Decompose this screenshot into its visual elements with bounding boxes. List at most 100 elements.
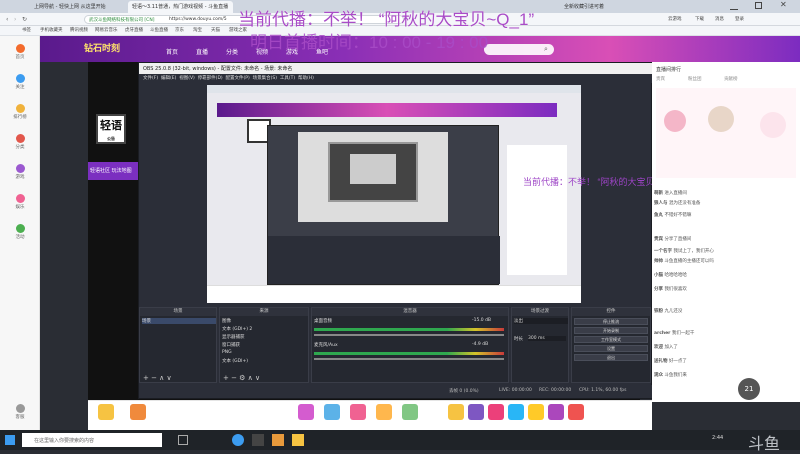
start-record-button[interactable]: 开始录制 [574,327,648,334]
gift-icon[interactable] [324,404,340,420]
taskbar-search[interactable]: 在这里输入你要搜索的内容 [22,433,162,447]
app-taskbar-icon[interactable] [272,434,284,446]
close-icon[interactable]: ✕ [780,0,787,9]
gift-icon[interactable] [402,404,418,420]
sidebar-item-activity[interactable]: 活动 [6,224,34,240]
minimize-icon[interactable] [730,2,738,10]
obs-menu-item[interactable]: 停靠部件(D) [198,76,223,81]
bookmark-item[interactable]: 书签 [22,27,31,33]
chat-user[interactable]: 分享 [654,287,663,292]
right-panel-tab[interactable]: 贵宾 [656,76,665,82]
sidebar-item-service[interactable]: 客服 [6,404,34,420]
gift-icon[interactable] [376,404,392,420]
bookmark-item[interactable]: 京东 [175,27,184,33]
chat-user[interactable]: 一个名字 [654,249,672,254]
gift-icon[interactable] [130,404,146,420]
gift-icon[interactable] [508,404,524,420]
top-right-link-1[interactable]: 云游戏 [668,16,682,22]
task-view-icon[interactable] [178,435,188,445]
chat-user[interactable]: 送礼物 [654,359,668,364]
obs-menu-item[interactable]: 帮助(H) [298,76,314,81]
avatar[interactable] [708,106,734,132]
obs-menu-item[interactable]: 场景集合(S) [253,76,277,81]
volume-slider[interactable] [314,334,504,336]
right-panel-tab[interactable]: 粉丝团 [688,76,702,82]
gift-icon[interactable] [350,404,366,420]
transition-select[interactable]: 淡出 [514,318,568,324]
browser-tab-1[interactable]: 上网导航 - 轻快上网 从这里开始 [30,1,125,13]
browser-tab-2[interactable]: 轻语～3.11普通，热门游戏视频 - 斗鱼直播 [128,1,233,13]
source-item[interactable]: 文本 (GDI+) [222,358,248,364]
bookmark-item[interactable]: 网易云音乐 [95,27,118,33]
nav-category[interactable]: 分类 [226,47,238,56]
sidebar-item-ent[interactable]: 娱乐 [6,194,34,210]
top-right-link-4[interactable]: 登录 [735,16,744,22]
sidebar-item-follow[interactable]: 关注 [6,74,34,90]
exit-button[interactable]: 退出 [574,354,648,361]
folder-icon[interactable] [292,434,304,446]
bookmark-item[interactable]: 淘宝 [193,27,202,33]
browser-tab-3[interactable]: 全新收藏引进可着 [560,1,650,13]
settings-button[interactable]: 设置 [574,345,648,352]
chat-user[interactable]: 观众 [654,373,663,378]
right-panel-tab[interactable]: 贡献榜 [724,76,738,82]
nav-live[interactable]: 直播 [196,47,208,56]
nav-home[interactable]: 首页 [166,47,178,56]
search-icon[interactable]: ⌕ [544,45,548,54]
left-banner[interactable]: 轻语社区 玩法地图 [88,162,138,180]
add-icon[interactable]: + − ∧ ∨ [143,374,172,382]
obs-menu-item[interactable]: 文件(F) [143,76,158,81]
obs-menu-item[interactable]: 工具(T) [280,76,295,81]
stop-stream-button[interactable]: 停止推流 [574,318,648,325]
top-right-link-3[interactable]: 消息 [715,16,724,22]
chat-user[interactable]: 欢迎 [654,345,663,350]
gift-icon[interactable] [298,404,314,420]
scene-item[interactable]: 场景 [142,318,216,324]
avatar[interactable] [664,110,686,132]
bookmark-item[interactable]: 天猫 [211,27,220,33]
source-item[interactable]: 显示器捕获 [222,334,245,340]
gift-icon[interactable] [548,404,564,420]
forward-icon[interactable]: › [14,16,16,23]
windows-start-icon[interactable] [5,435,15,445]
gift-icon[interactable] [468,404,484,420]
avatar[interactable] [760,112,786,138]
bookmark-item[interactable]: 手机收藏夹 [40,27,63,33]
obs-menu-item[interactable]: 配置文件(P) [226,76,250,81]
gift-icon[interactable] [98,404,114,420]
chat-user[interactable]: 小猫 [654,273,663,278]
chat-user[interactable]: 铁粉 [654,309,663,314]
chat-user[interactable]: 帅帅 [654,259,663,264]
chat-user[interactable]: archer [654,331,670,336]
chat-user[interactable]: 鱼丸 [654,213,663,218]
sidebar-item-game[interactable]: 游戏 [6,164,34,180]
browser-taskbar-icon[interactable] [232,434,244,446]
sidebar-item-category[interactable]: 分类 [6,134,34,150]
refresh-icon[interactable]: ↻ [22,16,27,23]
source-item[interactable]: 窗口捕获 [222,342,240,348]
obs-preview[interactable]: 当前代播：不举！ “阿秋的大宝贝~Q_1” [207,85,680,303]
bookmark-item[interactable]: 斗鱼直播 [150,27,168,33]
viewer-count-badge[interactable]: 21 [738,378,760,400]
chat-user[interactable]: 贵宾 [654,237,663,242]
volume-slider[interactable] [314,358,504,360]
sidebar-item-home[interactable]: 首页 [6,44,34,60]
bookmark-item[interactable]: 虎牙直播 [125,27,143,33]
obs-menu-item[interactable]: 视图(V) [179,76,195,81]
chat-user[interactable]: 狼人与 [654,201,668,206]
top-right-link-2[interactable]: 下载 [695,16,704,22]
obs-taskbar-icon[interactable] [252,434,264,446]
add-icon[interactable]: + − ⚙ ∧ ∨ [223,374,260,382]
obs-window[interactable]: OBS 25.0.8 (32-bit, windows) - 配置文件: 未命名… [138,62,680,399]
obs-menu-item[interactable]: 编辑(E) [161,76,176,81]
studio-mode-button[interactable]: 工作室模式 [574,336,648,343]
back-icon[interactable]: ‹ [6,16,8,23]
sidebar-item-rank[interactable]: 排行榜 [6,104,34,120]
duration-input[interactable]: 300 ms [528,336,566,341]
gift-icon[interactable] [528,404,544,420]
source-item[interactable]: 图像 [222,318,231,324]
maximize-icon[interactable] [755,2,762,9]
gift-icon[interactable] [448,404,464,420]
source-item[interactable]: PNG [222,350,232,355]
source-item[interactable]: 文本 (GDI+) 2 [222,326,252,332]
